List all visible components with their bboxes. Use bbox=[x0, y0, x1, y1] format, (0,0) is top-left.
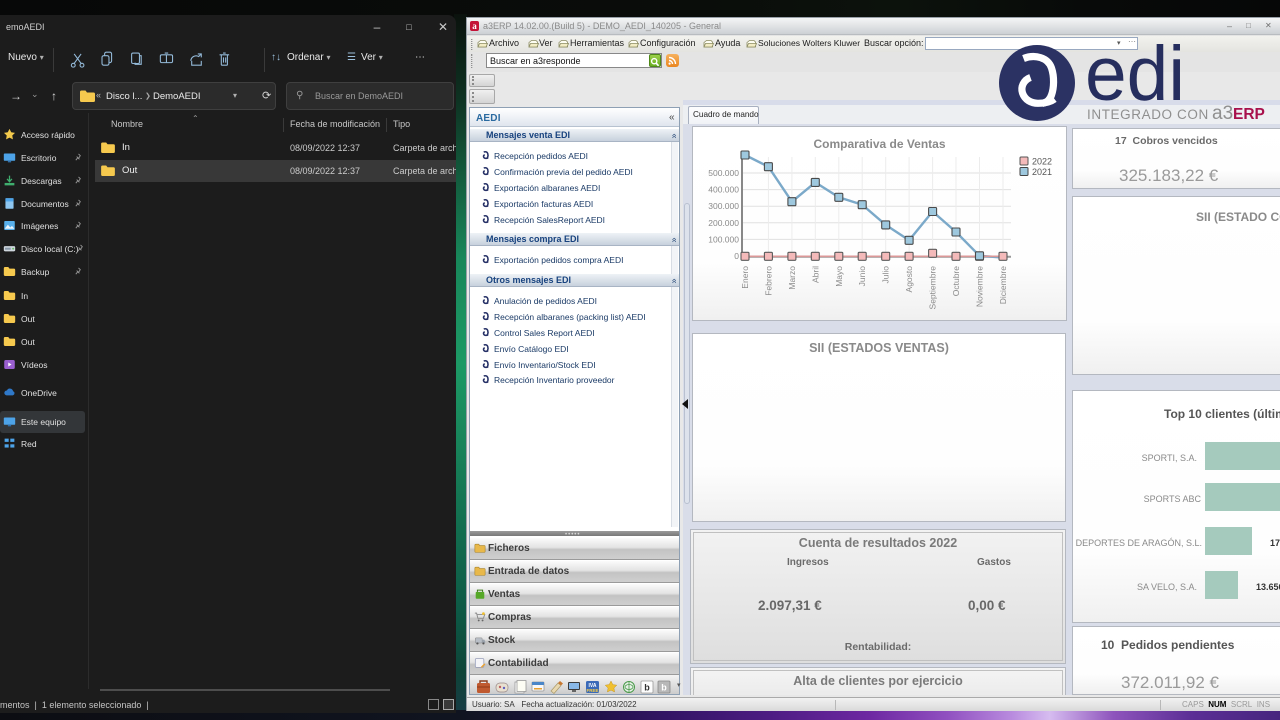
svg-text:Marzo: Marzo bbox=[787, 266, 797, 290]
svg-text:FREE: FREE bbox=[586, 688, 598, 693]
svg-text:2021: 2021 bbox=[1032, 167, 1052, 177]
svg-text:0: 0 bbox=[734, 251, 739, 261]
svg-text:Febrero: Febrero bbox=[763, 266, 773, 296]
svg-text:b: b bbox=[661, 683, 667, 693]
svg-text:500.000: 500.000 bbox=[708, 168, 739, 178]
svg-text:200.000: 200.000 bbox=[708, 218, 739, 228]
svg-text:Diciembre: Diciembre bbox=[998, 266, 1008, 305]
svg-text:b: b bbox=[644, 683, 650, 693]
svg-text:300.000: 300.000 bbox=[708, 201, 739, 211]
svg-text:Septiembre: Septiembre bbox=[928, 266, 938, 310]
svg-text:Enero: Enero bbox=[740, 266, 750, 289]
svg-text:Mayo: Mayo bbox=[834, 266, 844, 287]
svg-text:Junio: Junio bbox=[857, 266, 867, 287]
svg-text:a3: a3 bbox=[1212, 103, 1233, 122]
svg-text:Abril: Abril bbox=[810, 266, 820, 283]
svg-text:ERP: ERP bbox=[1233, 106, 1265, 122]
svg-text:400.000: 400.000 bbox=[708, 185, 739, 195]
svg-text:100.000: 100.000 bbox=[708, 234, 739, 244]
svg-text:INTEGRADO CON: INTEGRADO CON bbox=[1087, 107, 1209, 122]
svg-text:Agosto: Agosto bbox=[904, 266, 914, 293]
svg-text:Julio: Julio bbox=[881, 266, 891, 284]
svg-text:2022: 2022 bbox=[1032, 157, 1052, 167]
svg-text:Noviembre: Noviembre bbox=[975, 266, 985, 307]
svg-text:Octubre: Octubre bbox=[951, 266, 961, 297]
